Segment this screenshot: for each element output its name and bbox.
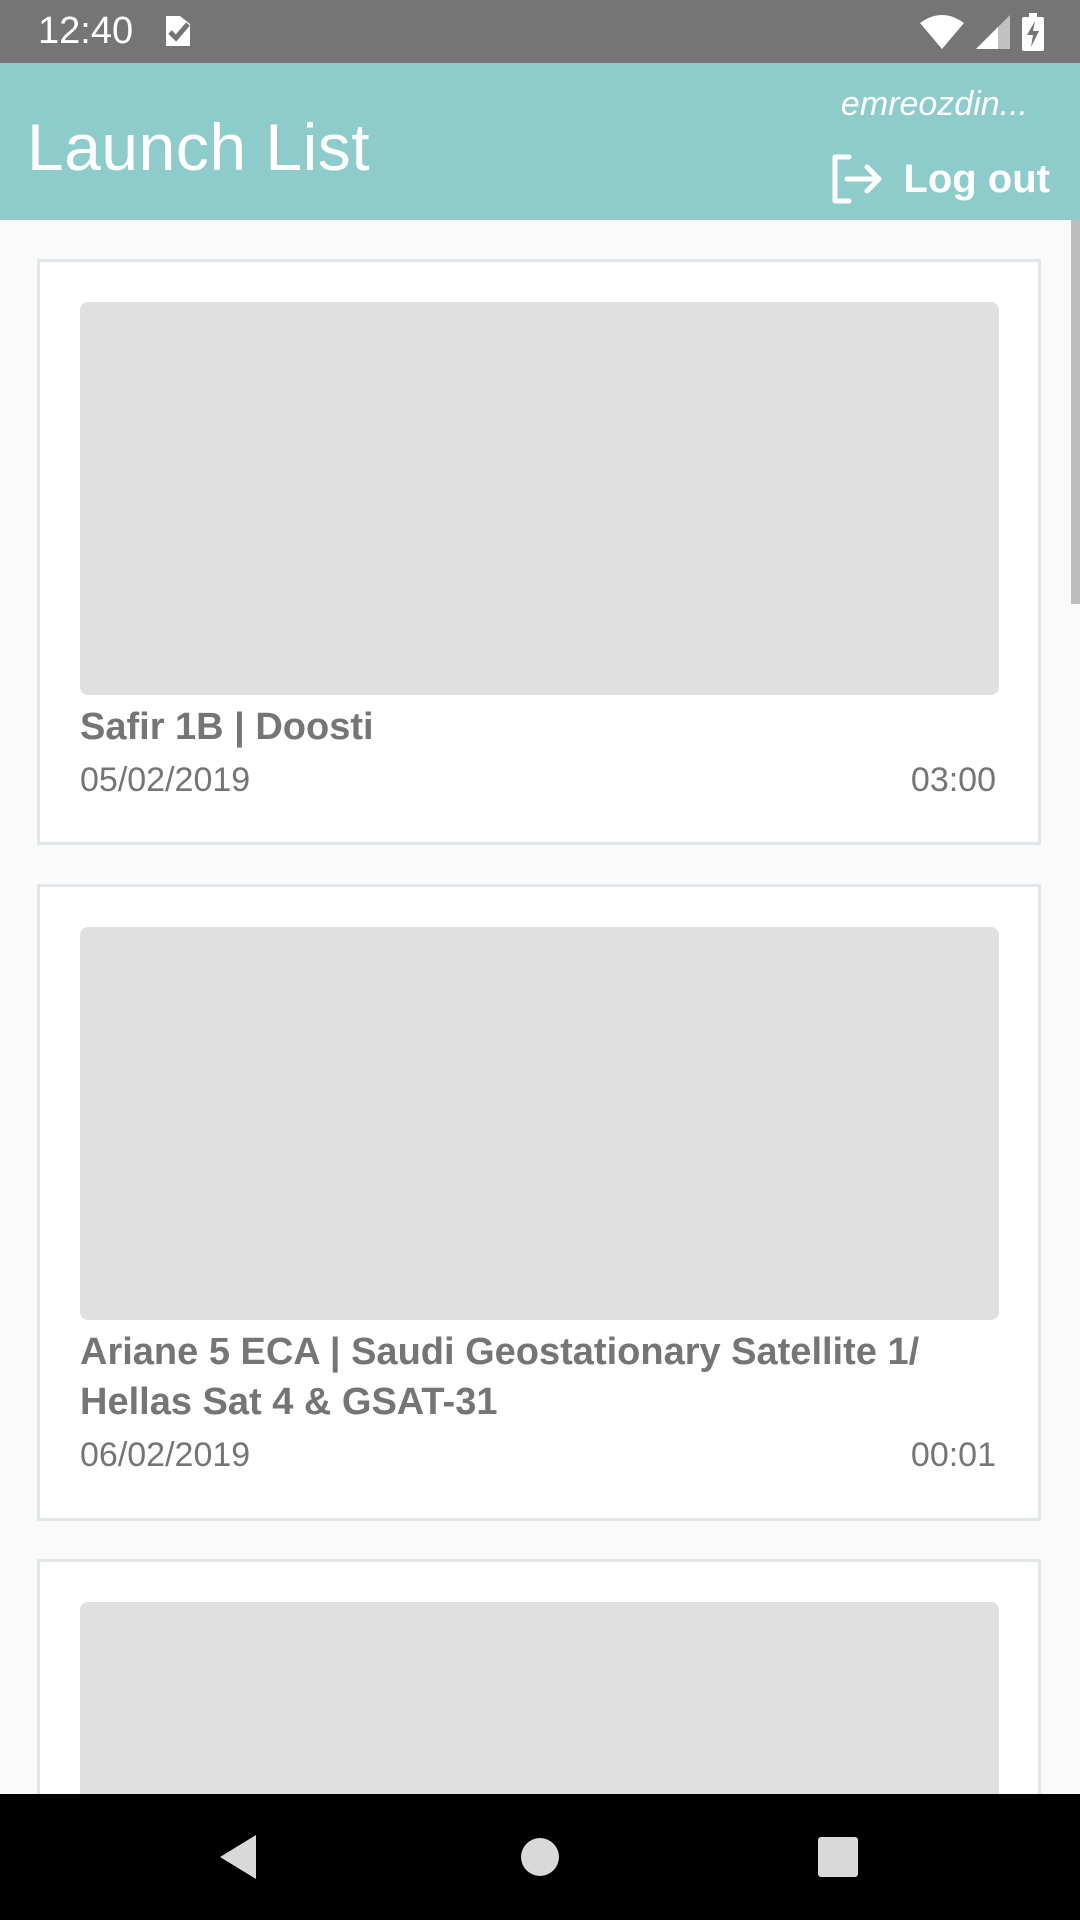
logout-icon — [832, 154, 882, 204]
launch-image-placeholder — [80, 302, 999, 695]
launch-title: Safir 1B | Doosti — [80, 706, 374, 748]
launch-image-placeholder — [80, 927, 999, 1320]
launch-list[interactable]: Safir 1B | Doosti 05/02/2019 03:00 Arian… — [0, 220, 1080, 1794]
launch-date: 05/02/2019 — [80, 761, 251, 799]
launch-time: 03:00 — [910, 761, 996, 799]
status-icons — [920, 12, 1044, 52]
launch-card[interactable]: Ariane 5 ECA | Saudi Geostationary Satel… — [37, 884, 1041, 1521]
scrollbar[interactable] — [1071, 220, 1080, 604]
cellular-signal-icon — [976, 15, 1010, 49]
logout-button[interactable]: Log out — [829, 149, 1050, 209]
recents-icon[interactable] — [808, 1827, 868, 1887]
status-time: 12:40 — [38, 10, 134, 52]
launch-card[interactable] — [37, 1559, 1041, 1794]
launch-date: 06/02/2019 — [80, 1436, 251, 1474]
navigation-bar — [0, 1794, 1080, 1920]
screen: 12:40 Launch List emreozdin... Log out S… — [0, 0, 1080, 1920]
status-bar: 12:40 — [0, 0, 1080, 63]
logout-label: Log out — [903, 157, 1050, 201]
launch-title: Ariane 5 ECA | Saudi Geostationary Satel… — [80, 1331, 920, 1423]
page-title: Launch List — [27, 110, 371, 184]
username-label: emreozdin... — [840, 85, 1028, 123]
battery-charging-icon — [1022, 13, 1044, 51]
app-bar: Launch List emreozdin... Log out — [0, 63, 1080, 220]
back-icon[interactable] — [210, 1827, 270, 1887]
notification-check-icon — [166, 16, 190, 46]
launch-card[interactable]: Safir 1B | Doosti 05/02/2019 03:00 — [37, 259, 1041, 845]
launch-image-placeholder — [80, 1602, 999, 1794]
wifi-icon — [920, 15, 964, 49]
launch-time: 00:01 — [910, 1436, 996, 1474]
home-icon[interactable] — [510, 1827, 570, 1887]
